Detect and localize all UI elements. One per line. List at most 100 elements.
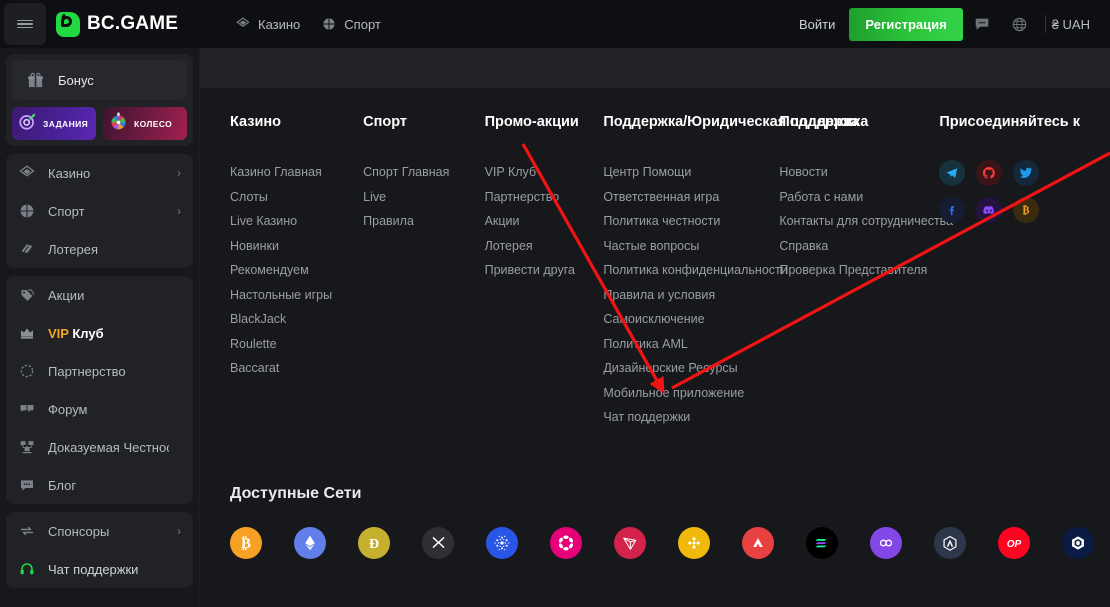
footer-link[interactable]: Проверка Представителя — [779, 258, 939, 283]
sports-ball-icon — [18, 202, 36, 220]
sidebar-item-lottery-label: Лотерея — [48, 241, 99, 257]
sidebar-bonus-label: Бонус — [58, 72, 94, 88]
footer-link[interactable]: Спорт Главная — [363, 160, 484, 185]
solana-network-icon[interactable] — [806, 526, 838, 559]
footer-column-support-legal: Поддержка/Юридическая поддержка Центр По… — [603, 114, 868, 430]
currency-label: ₴ UAH — [1051, 16, 1090, 32]
footer-link[interactable]: Настольные игры — [230, 283, 363, 308]
footer-link[interactable]: Дизайнерские Ресурсы — [603, 356, 779, 381]
register-button[interactable]: Регистрация — [849, 7, 963, 41]
bnb-network-icon[interactable] — [678, 526, 710, 559]
footer-column-sports: Спорт Спорт Главная Live Правила — [363, 114, 484, 430]
footer-link[interactable]: Слоты — [230, 185, 363, 210]
footer-column-title: Поддержка — [779, 114, 860, 130]
footer-link[interactable]: Справка — [779, 234, 939, 259]
avalanche-network-icon[interactable] — [742, 526, 774, 559]
sidebar-item-sports[interactable]: Спорт › — [6, 192, 193, 230]
footer-link[interactable]: Политика конфиденциальности — [603, 258, 787, 283]
polygon-network-icon[interactable] — [870, 526, 902, 559]
login-button[interactable]: Войти — [785, 17, 849, 32]
top-nav-sports[interactable]: Спорт — [322, 17, 381, 32]
sidebar-item-affiliate[interactable]: Партнерство — [6, 352, 193, 390]
sidebar-group-primary: Казино › Спорт › Лотерея — [6, 154, 193, 268]
footer-link[interactable]: Политика AML — [603, 332, 779, 357]
chevron-right-icon: › — [177, 524, 181, 538]
affiliate-icon — [18, 362, 36, 380]
dogecoin-network-icon[interactable]: Ð — [358, 526, 390, 559]
optimism-network-icon[interactable]: OP — [998, 526, 1030, 559]
sidebar-tasks-button[interactable]: ЗАДАНИЯ — [12, 107, 96, 140]
hamburger-icon[interactable] — [4, 3, 46, 45]
footer-link[interactable]: Чат поддержки — [603, 405, 779, 430]
footer-link[interactable]: Частые вопросы — [603, 234, 779, 259]
footer-link[interactable]: Работа с нами — [779, 185, 939, 210]
footer-column-social: Присоединяйтесь к ₿ — [939, 114, 1080, 430]
sidebar-item-support-chat-label: Чат поддержки — [48, 561, 139, 577]
xrp-network-icon[interactable] — [422, 526, 454, 559]
target-icon — [18, 112, 37, 136]
sidebar-item-bonus[interactable]: Бонус — [12, 60, 187, 100]
footer-link[interactable]: Новинки — [230, 234, 363, 259]
forum-icon — [18, 400, 36, 418]
polkadot-network-icon[interactable] — [550, 526, 582, 559]
footer-link[interactable]: Контакты для сотрудничества — [779, 209, 953, 234]
sidebar-item-forum[interactable]: Форум — [6, 390, 193, 428]
footer-link[interactable]: Рекомендуем — [230, 258, 363, 283]
bcgame-logo-icon — [56, 11, 80, 37]
footer-link[interactable]: Мобильное приложение — [603, 381, 779, 406]
footer-link[interactable]: Live — [363, 185, 484, 210]
footer-link[interactable]: Baccarat — [230, 356, 363, 381]
facebook-icon[interactable] — [939, 197, 966, 223]
sidebar-item-vip-club[interactable]: VIP Клуб — [6, 314, 193, 352]
footer-social-title: Присоединяйтесь к — [939, 114, 1080, 130]
sidebar-item-promotions[interactable]: Акции — [6, 276, 193, 314]
sidebar-item-casino[interactable]: Казино › — [6, 154, 193, 192]
footer-link[interactable]: Ответственная игра — [603, 185, 779, 210]
bitcoin-network-icon[interactable]: ₿ — [230, 526, 262, 559]
sidebar-item-sponsors[interactable]: Спонсоры › — [6, 512, 193, 550]
footer-link[interactable]: Правила — [363, 209, 484, 234]
footer-link[interactable]: Центр Помощи — [603, 160, 779, 185]
github-icon[interactable] — [976, 160, 1003, 186]
footer-link[interactable]: Казино Главная — [230, 160, 363, 185]
chat-bubble-icon[interactable] — [963, 5, 1001, 43]
discord-icon[interactable] — [976, 197, 1003, 223]
cardano-network-icon[interactable] — [486, 526, 518, 559]
footer-link[interactable]: Партнерство — [485, 185, 604, 210]
footer-link[interactable]: BlackJack — [230, 307, 363, 332]
wheel-icon — [109, 112, 128, 136]
sidebar-wheel-button[interactable]: КОЛЕСО — [103, 107, 187, 140]
footer-link[interactable]: Акции — [485, 209, 604, 234]
arbitrum-network-icon[interactable] — [934, 526, 966, 559]
sidebar-item-casino-label: Казино — [48, 165, 91, 181]
globe-icon[interactable] — [1001, 5, 1039, 43]
telegram-icon[interactable] — [939, 160, 966, 186]
sidebar-group-secondary: Акции VIP Клуб Партнерство Форум Доказуе… — [6, 276, 193, 504]
currency-selector[interactable]: ₴ UAH — [1052, 17, 1096, 32]
cronos-network-icon[interactable] — [1062, 526, 1094, 559]
sidebar-item-provably-fair[interactable]: Доказуемая Честность — [6, 428, 193, 466]
footer-link[interactable]: Roulette — [230, 332, 363, 357]
tron-network-icon[interactable] — [614, 526, 646, 559]
twitter-icon[interactable] — [1013, 160, 1040, 186]
ethereum-network-icon[interactable] — [294, 526, 326, 559]
sidebar-item-support-chat[interactable]: Чат поддержки — [6, 550, 193, 588]
footer-link[interactable]: Политика честности — [603, 209, 779, 234]
footer-link[interactable]: Новости — [779, 160, 939, 185]
footer-link[interactable]: Правила и условия — [603, 283, 779, 308]
main-content: Казино Казино Главная Слоты Live Казино … — [200, 48, 1110, 607]
sidebar-item-lottery[interactable]: Лотерея — [6, 230, 193, 268]
footer-link[interactable]: Live Казино — [230, 209, 363, 234]
footer-link[interactable]: Привести друга — [485, 258, 604, 283]
top-nav-casino[interactable]: Казино — [236, 17, 300, 32]
footer-link[interactable]: Лотерея — [485, 234, 604, 259]
brand-logo[interactable]: BC.GAME — [56, 11, 178, 37]
footer-link[interactable]: Самоисключение — [603, 307, 779, 332]
svg-text:Ð: Ð — [369, 537, 379, 552]
sidebar-wheel-label: КОЛЕСО — [134, 118, 173, 129]
sidebar-item-blog[interactable]: Блог — [6, 466, 193, 504]
footer-link[interactable]: VIP Клуб — [485, 160, 604, 185]
sidebar-item-blog-label: Блог — [48, 477, 77, 493]
sponsors-icon — [18, 522, 36, 540]
bitcoin-icon[interactable]: ₿ — [1013, 197, 1040, 223]
